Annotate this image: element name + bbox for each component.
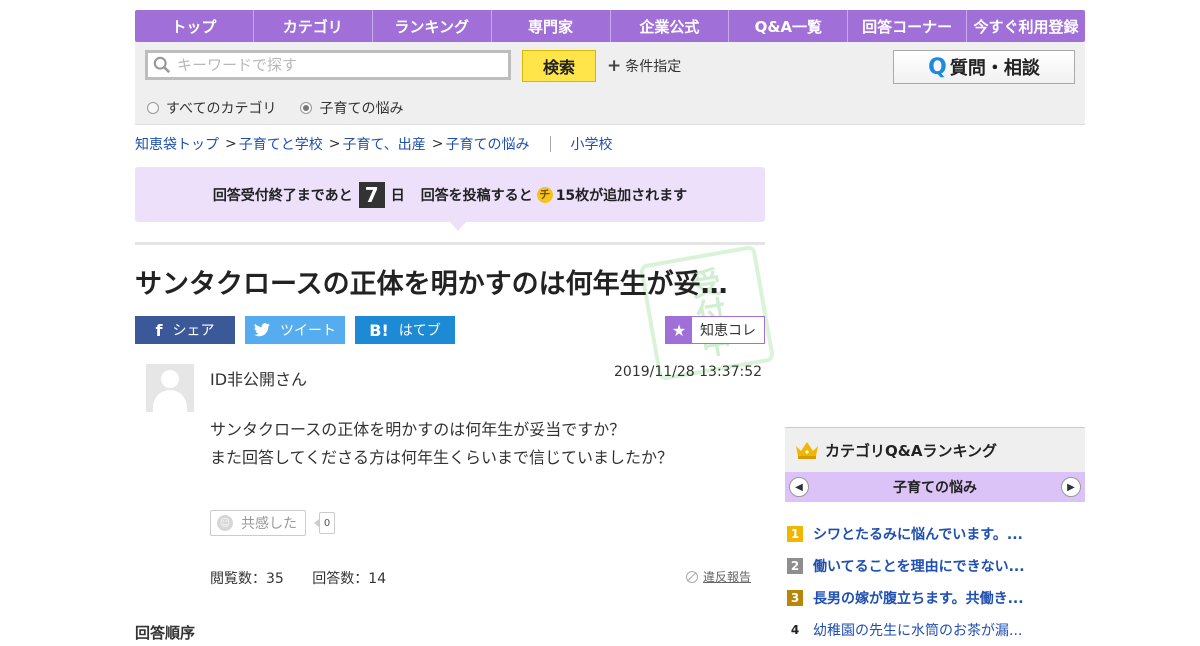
breadcrumb-parenting-birth[interactable]: 子育て、出産 — [342, 134, 425, 154]
nav-top[interactable]: トップ — [135, 10, 254, 42]
answer-count: 回答数：14 — [312, 571, 387, 587]
radio-label: すべてのカテゴリ — [166, 101, 277, 117]
report-link[interactable]: 違反報告 — [686, 568, 751, 585]
breadcrumb-parenting-worries[interactable]: 子育ての悩み — [446, 134, 530, 154]
coin-icon: チ — [536, 186, 553, 203]
ranking-link[interactable]: 長男の嫁が腹立ちます。共働き... — [813, 588, 1024, 608]
empathy-count: 0 — [314, 512, 335, 534]
answers-section-heading: 回答順序 — [135, 624, 196, 642]
search-button[interactable]: 検索 — [522, 50, 596, 82]
ranking-title: カテゴリQ&Aランキング — [825, 441, 997, 460]
next-category-button[interactable]: ▶ — [1061, 477, 1081, 497]
smile-icon: ☺ — [217, 515, 233, 531]
questioner-name: ID非公開さん — [210, 370, 308, 389]
hatena-icon: B! — [369, 320, 389, 340]
rank-badge: 3 — [787, 590, 803, 606]
nav-qa-list[interactable]: Q&A一覧 — [729, 10, 849, 42]
breadcrumb-separator: > — [225, 136, 237, 152]
breadcrumb: 知恵袋トップ > 子育てと学校 > 子育て、出産 > 子育ての悩み 小学校 — [135, 134, 613, 154]
notice-text-middle: 回答を投稿すると — [420, 187, 533, 204]
crown-icon — [796, 442, 818, 459]
question-date: 2019/11/28 13:37:52 — [614, 364, 763, 380]
prev-category-button[interactable]: ◀ — [789, 477, 809, 497]
divider — [135, 242, 765, 245]
nav-experts[interactable]: 専門家 — [492, 10, 611, 42]
condition-button[interactable]: + 条件指定 — [607, 56, 681, 76]
radio-label: 子育ての悩み — [319, 101, 404, 117]
avatar-head — [161, 370, 179, 388]
chiekore-label: 知恵コレ — [700, 323, 756, 339]
nav-register[interactable]: 今すぐ利用登録 — [967, 10, 1085, 42]
ranking-item: 2 働いてることを理由にできない... — [785, 550, 1085, 582]
tweet-label: ツイート — [280, 323, 336, 339]
report-label: 違反報告 — [703, 570, 752, 584]
rank-number: 4 — [790, 623, 800, 637]
hatena-bookmark-button[interactable]: B! はてブ — [355, 316, 455, 344]
nav-ranking[interactable]: ランキング — [373, 10, 492, 42]
days-remaining: 7 — [358, 181, 385, 208]
ranking-item: 4 幼稚園の先生に水筒のお茶が漏... — [785, 614, 1085, 646]
breadcrumb-divider — [549, 136, 551, 152]
ranking-item: 3 長男の嫁が腹立ちます。共働き... — [785, 582, 1085, 614]
breadcrumb-parenting-school[interactable]: 子育てと学校 — [239, 134, 323, 154]
radio-dot-selected — [300, 102, 313, 114]
notice-text-before: 回答受付終了まであと — [212, 187, 353, 204]
facebook-icon: f — [155, 320, 163, 340]
ranking-link[interactable]: 働いてることを理由にできない... — [813, 556, 1025, 576]
nav-category[interactable]: カテゴリ — [254, 10, 373, 42]
nav-answer-corner[interactable]: 回答コーナー — [848, 10, 968, 42]
search-input[interactable] — [175, 55, 499, 75]
question-line: また回答してくださる方は何年生くらいまで信じていましたか？ — [210, 448, 674, 467]
twitter-share-button[interactable]: ツイート — [245, 316, 345, 344]
search-icon — [153, 56, 171, 74]
ranking-header: カテゴリQ&Aランキング — [785, 427, 1085, 472]
rank-badge: 1 — [787, 526, 803, 542]
ask-question-label: 質問・相談 — [949, 58, 1040, 79]
question-stats: 閲覧数：35 回答数：14 — [210, 568, 410, 588]
view-count: 閲覧数：35 — [210, 571, 284, 587]
plus-icon: + — [607, 56, 622, 76]
question-body: サンタクロースの正体を明かすのは何年生が妥当ですか？ また回答してくださる方は何… — [210, 416, 673, 472]
breadcrumb-separator: > — [431, 136, 444, 152]
twitter-bird-icon — [254, 323, 270, 337]
condition-label: 条件指定 — [625, 59, 682, 75]
q-logo-icon: Q — [928, 54, 947, 80]
facebook-share-button[interactable]: f シェア — [135, 316, 235, 344]
search-area: 検索 + 条件指定 Q 質問・相談 すべてのカテゴリ 子育ての悩み — [135, 42, 1085, 125]
question-line: サンタクロースの正体を明かすのは何年生が妥当ですか？ — [210, 420, 626, 439]
nav-official[interactable]: 企業公式 — [611, 10, 730, 42]
ranking-link[interactable]: シワとたるみに悩んでいます。... — [813, 524, 1023, 544]
prohibited-icon — [686, 570, 698, 583]
star-icon: ★ — [666, 317, 692, 343]
chiekore-button[interactable]: ★ 知恵コレ — [665, 316, 765, 344]
category-scope: すべてのカテゴリ 子育ての悩み — [147, 98, 427, 118]
ranking-category-bar: ◀ 子育ての悩み ▶ — [785, 472, 1085, 502]
avatar-body — [153, 390, 187, 412]
radio-all-categories[interactable]: すべてのカテゴリ — [147, 98, 276, 118]
search-box — [145, 50, 511, 80]
empathy-label: 共感した — [241, 516, 297, 532]
ranking-link[interactable]: 幼稚園の先生に水筒のお茶が漏... — [813, 620, 1022, 640]
ask-question-button[interactable]: Q 質問・相談 — [893, 50, 1075, 84]
breadcrumb-separator: > — [328, 136, 341, 152]
breadcrumb-top[interactable]: 知恵袋トップ — [135, 134, 219, 154]
empathy-button[interactable]: ☺ 共感した — [210, 510, 306, 536]
avatar — [146, 364, 194, 412]
question-title: サンタクロースの正体を明かすのは何年生が妥… — [135, 269, 728, 300]
ranking-category: 子育ての悩み — [893, 480, 977, 496]
notice-pointer — [450, 222, 466, 231]
ranking-item: 1 シワとたるみに悩んでいます。... — [785, 518, 1085, 550]
notice-reward: 15枚が追加されます — [555, 187, 688, 204]
radio-current-category[interactable]: 子育ての悩み — [300, 98, 403, 118]
global-nav: トップ カテゴリ ランキング 専門家 企業公式 Q&A一覧 回答コーナー 今すぐ… — [135, 10, 1085, 42]
deadline-notice: 回答受付終了まであと 7 日 回答を投稿すると チ 15枚が追加されます — [135, 167, 765, 222]
radio-dot — [147, 102, 159, 114]
ranking-list: 1 シワとたるみに悩んでいます。... 2 働いてることを理由にできない... … — [785, 518, 1085, 646]
notice-days-unit: 日 — [390, 187, 405, 204]
share-label: シェア — [172, 323, 215, 339]
hatena-label: はてブ — [398, 323, 441, 339]
category-ranking: カテゴリQ&Aランキング ◀ 子育ての悩み ▶ 1 シワとたるみに悩んでいます。… — [785, 427, 1085, 646]
tag-elementary-school[interactable]: 小学校 — [571, 134, 613, 154]
rank-badge: 2 — [787, 558, 803, 574]
